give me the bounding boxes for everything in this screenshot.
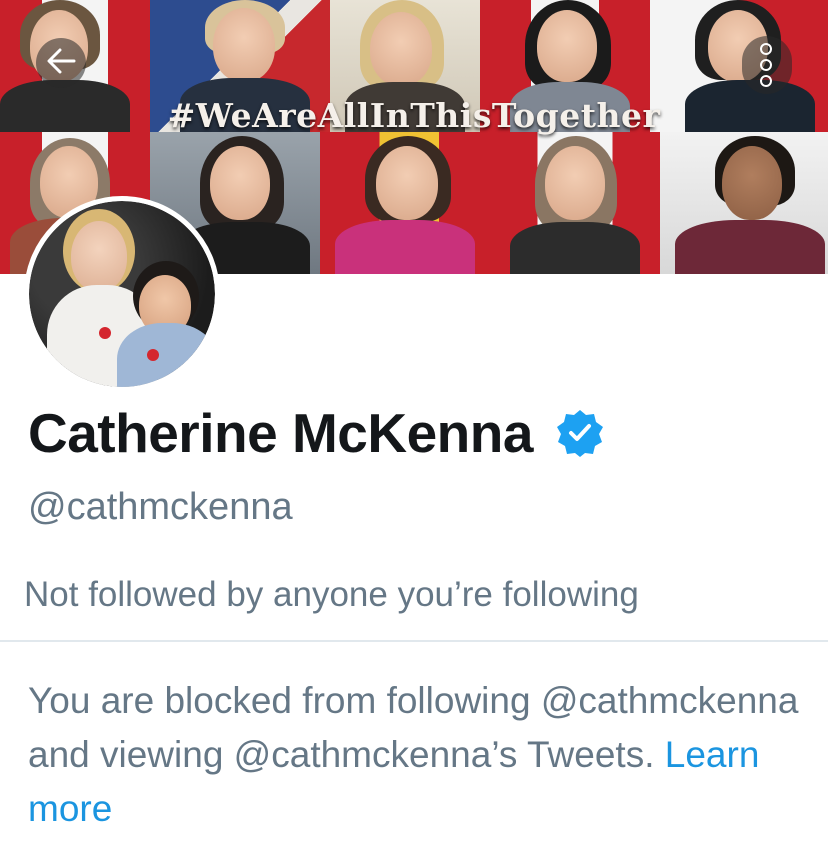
more-options-button[interactable]	[742, 36, 792, 94]
profile-avatar[interactable]	[24, 196, 220, 392]
arrow-left-icon	[46, 48, 76, 79]
banner-photo-tile	[660, 132, 828, 274]
profile-handle: @cathmckenna	[28, 486, 293, 528]
profile-name-row: Catherine McKenna	[28, 398, 605, 468]
section-divider	[0, 640, 828, 642]
avatar-photo	[29, 201, 215, 387]
blocked-notice: You are blocked from following @cathmcke…	[28, 674, 818, 836]
banner-hashtag: #WeAreAllInThisTogether	[167, 96, 661, 135]
profile-display-name: Catherine McKenna	[28, 402, 533, 464]
followers-you-know-note[interactable]: Not followed by anyone you’re following	[24, 575, 639, 615]
back-button[interactable]	[36, 38, 86, 88]
banner-photo-tile	[320, 132, 490, 274]
banner-photo-tile	[490, 132, 660, 274]
verified-badge-icon[interactable]	[555, 408, 605, 458]
